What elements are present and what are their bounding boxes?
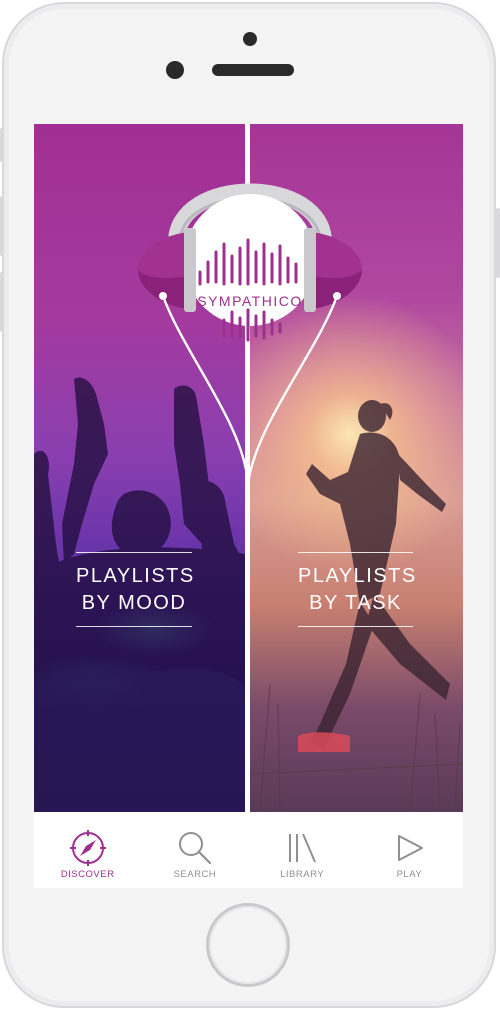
library-icon <box>289 833 317 863</box>
mood-label-line1: PLAYLISTS <box>76 565 195 587</box>
sympathico-logo: SYMPATHICO <box>134 144 366 364</box>
mood-bottom-rule <box>76 626 192 627</box>
task-top-rule <box>298 552 413 553</box>
tab-discover[interactable]: DISCOVER <box>34 812 141 888</box>
playlists-by-mood-link[interactable]: PLAYLISTS BY MOOD <box>76 552 195 627</box>
tab-search-label: SEARCH <box>173 869 217 880</box>
task-label-line2: BY TASK <box>309 592 402 614</box>
tab-play-label: PLAY <box>396 869 423 880</box>
home-button[interactable] <box>206 903 290 987</box>
playlists-by-task-link[interactable]: PLAYLISTS BY TASK <box>298 552 417 627</box>
compass-icon <box>69 830 106 866</box>
volume-up-button <box>0 196 4 256</box>
task-label-line1: PLAYLISTS <box>298 565 417 587</box>
bottom-tab-bar: DISCOVER SEARCH LIBRARY PLAY <box>34 812 463 888</box>
speaker-grille <box>212 64 294 76</box>
play-icon <box>398 835 424 861</box>
brand-name: SYMPATHICO <box>197 293 303 309</box>
mood-top-rule <box>76 552 192 553</box>
tab-library-label: LIBRARY <box>280 869 325 880</box>
tab-discover-label: DISCOVER <box>60 869 115 880</box>
mute-switch <box>0 128 4 162</box>
mood-label-line2: BY MOOD <box>81 592 187 614</box>
tab-library[interactable]: LIBRARY <box>249 812 356 888</box>
app-screen: PLAYLISTS BY MOOD PLAYLISTS BY TASK SYMP… <box>34 124 463 888</box>
magnifier-icon <box>178 832 211 865</box>
earpiece-camera <box>243 32 257 46</box>
headphones-icon <box>138 183 362 342</box>
volume-down-button <box>0 272 4 332</box>
tab-search[interactable]: SEARCH <box>141 812 248 888</box>
task-bottom-rule <box>298 626 413 627</box>
tab-play[interactable]: PLAY <box>356 812 463 888</box>
power-button <box>496 208 500 278</box>
front-camera <box>166 61 184 79</box>
